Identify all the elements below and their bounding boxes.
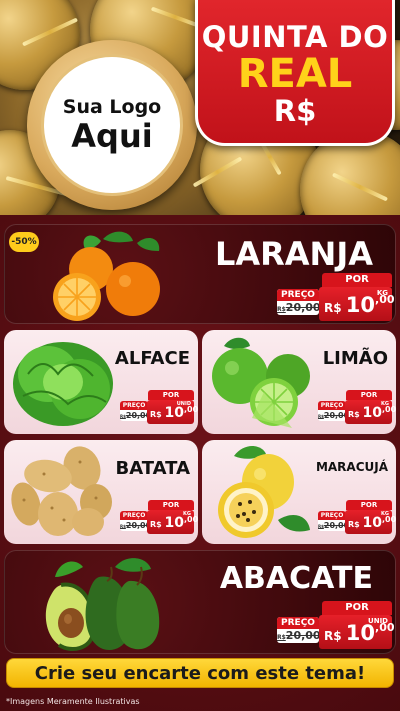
promo-title-line-3: R$ [273,94,317,128]
promo-title-line-1: QUINTA DO [201,20,389,54]
preco-label: PREÇO [318,401,346,410]
product-name: LARANJA [214,235,373,273]
old-price: R$20,00 [120,411,152,420]
leaf-icon [55,561,83,577]
new-price: R$ 10,00 UNID [319,615,395,649]
por-label: POR [148,500,194,510]
price-tag: POR PREÇO R$20,00 R$ 10,00 KG [120,500,198,538]
unit-label: UNID [368,617,388,625]
product-name: ALFACE [114,348,190,369]
leaf-icon [115,558,151,572]
product-card-limao[interactable]: LIMÃO POR PREÇO R$20,00 R$ 10,00 KG [202,330,396,434]
product-card-batata[interactable]: BATATA POR PREÇO R$20,00 R$ 10,00 KG [4,440,198,544]
por-label: POR [346,500,392,510]
old-price: R$20,00 [277,629,321,642]
new-price: R$ 10,00 KG [345,400,396,424]
leaf-icon [278,515,310,532]
product-name: MARACUJÁ [315,460,388,474]
old-price: R$20,00 [318,411,350,420]
new-price: R$ 10,00 KG [147,510,198,534]
price-tag: POR PREÇO R$20,00 R$ 10,00 UNID [277,601,395,653]
new-price: R$ 10,00 UNID [147,400,198,424]
flyer: Sua Logo Aqui QUINTA DO REAL R$ LARANJA [0,0,400,711]
old-price-box: PREÇO R$20,00 [120,511,152,531]
disclaimer-text: *Imagens Meramente Ilustrativas [6,697,140,706]
header-coins-background: Sua Logo Aqui QUINTA DO REAL R$ [0,0,400,215]
old-price-box: PREÇO R$20,00 [120,401,152,421]
discount-badge: -50% [9,232,39,252]
leaf-icon [83,235,101,249]
unit-label: KG [381,401,389,407]
old-price-box: PREÇO R$20,00 [277,617,321,643]
logo-line-1: Sua Logo [62,96,162,118]
price-tag: POR PREÇO R$20,00 R$ 10,00 UNID [120,390,198,428]
price-tag: POR PREÇO R$20,00 R$ 10,00 KG [277,273,395,323]
por-label: POR [322,601,392,615]
unit-label: UNID [176,401,191,407]
preco-label: PREÇO [277,617,319,629]
por-label: POR [148,390,194,400]
product-card-laranja[interactable]: LARANJA POR PREÇO R$20,00 R$ 10,00 KG [4,224,396,324]
orange-image [53,231,160,321]
por-label: POR [322,273,392,287]
old-price: R$20,00 [277,301,321,314]
preco-label: PREÇO [120,511,148,520]
unit-label: KG [376,289,388,297]
product-card-maracuja[interactable]: MARACUJÁ POR PREÇO R$20,00 R$ 10,00 KG [202,440,396,544]
new-price: R$ 10,00 KG [319,287,395,321]
preco-label: PREÇO [120,401,148,410]
promo-title-line-2: REAL [237,51,353,97]
old-price-box: PREÇO R$20,00 [318,401,350,421]
product-card-alface[interactable]: ALFACE POR PREÇO R$20,00 R$ 10,00 UNID [4,330,198,434]
product-name: BATATA [115,458,190,479]
product-card-abacate[interactable]: ABACATE POR PREÇO R$20,00 R$ 10,00 UNID [4,550,396,654]
new-price: R$ 10,00 KG [345,510,396,534]
logo-line-2: Aqui [71,117,153,155]
logo-placeholder[interactable]: Sua Logo Aqui [27,40,197,210]
old-price-box: PREÇO R$20,00 [277,289,321,315]
passion-fruit-image [218,446,310,538]
por-label: POR [346,390,392,400]
unit-label: KG [381,511,389,517]
old-price: R$20,00 [318,521,350,530]
potato-image [11,446,112,536]
leaf-icon [224,337,250,349]
avocado-image [45,558,160,651]
lime-image [212,337,310,428]
price-tag: POR PREÇO R$20,00 R$ 10,00 KG [318,500,396,538]
product-name: LIMÃO [322,348,388,369]
leaf-icon [103,231,133,243]
unit-label: KG [183,511,191,517]
price-tag: POR PREÇO R$20,00 R$ 10,00 KG [318,390,396,428]
promo-title-badge: QUINTA DO REAL R$ [195,0,395,146]
cta-banner[interactable]: Crie seu encarte com este tema! [6,658,394,688]
old-price-box: PREÇO R$20,00 [318,511,350,531]
old-price: R$20,00 [120,521,152,530]
preco-label: PREÇO [277,289,319,301]
preco-label: PREÇO [318,511,346,520]
logo-inner-circle: Sua Logo Aqui [41,54,183,196]
lettuce-image [13,342,113,426]
leaf-icon [137,237,160,251]
product-name: ABACATE [219,561,373,596]
